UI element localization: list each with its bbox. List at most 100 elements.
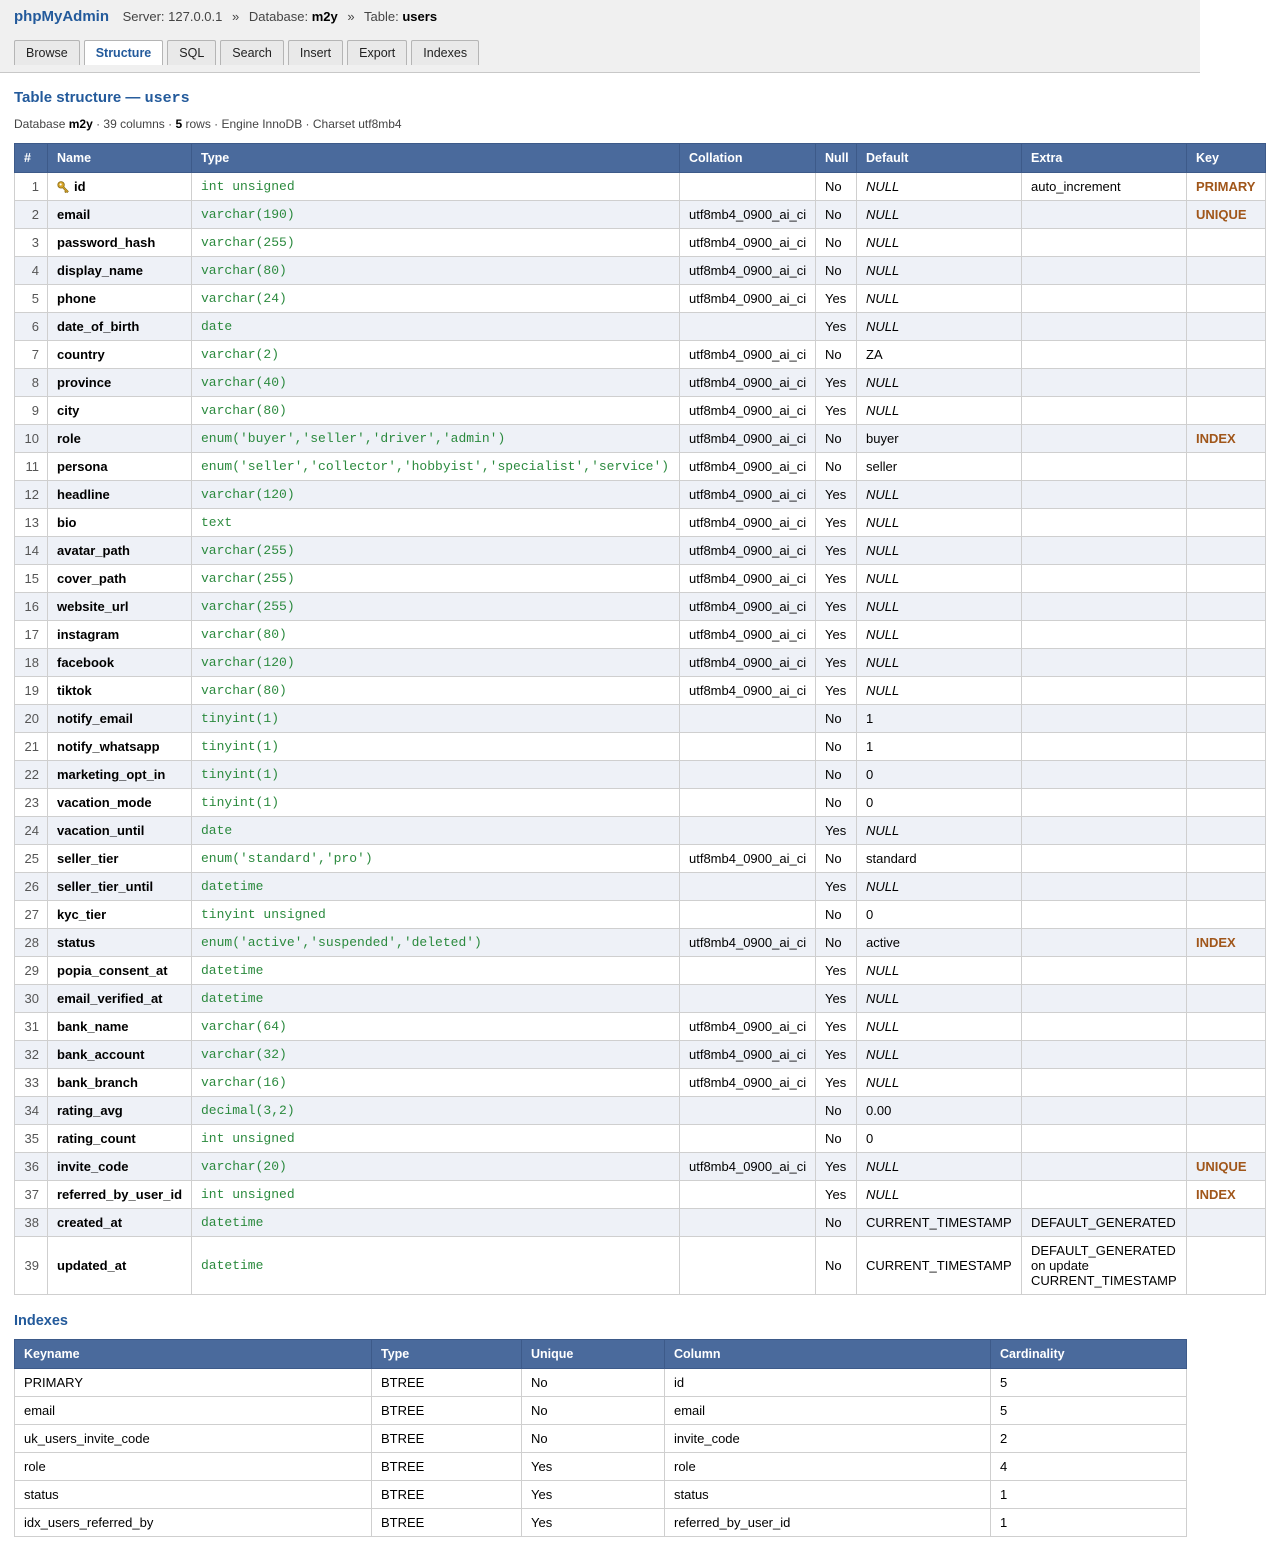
table-row[interactable]: 36 invite_code varchar(20) utf8mb4_0900_ai_… — [14, 1152, 1266, 1181]
column-name[interactable]: date_of_birth — [47, 312, 192, 341]
column-name[interactable]: cover_path — [47, 564, 192, 593]
column-name[interactable]: bank_branch — [47, 1068, 192, 1097]
column-name[interactable]: bio — [47, 508, 192, 537]
index-row[interactable]: idx_users_referred_by BTREE Yes referred_by… — [14, 1508, 1187, 1537]
column-name[interactable]: facebook — [47, 648, 192, 677]
index-row[interactable]: uk_users_invite_code BTREE No invite_code 2 — [14, 1424, 1187, 1453]
table-link[interactable]: users — [402, 9, 437, 24]
table-row[interactable]: 1 id int unsigned No NULL auto_increment PRIMA… — [14, 172, 1266, 201]
table-row[interactable]: 22 marketing_opt_in tinyint(1) No 0 — [14, 760, 1266, 789]
table-row[interactable]: 28 status enum('active','suspended','delet… — [14, 928, 1266, 957]
table-row[interactable]: 30 email_verified_at datetime Yes NULL — [14, 984, 1266, 1013]
column-header[interactable]: Default — [856, 143, 1022, 173]
table-row[interactable]: 34 rating_avg decimal(3,2) No 0.00 — [14, 1096, 1266, 1125]
tab-insert[interactable]: Insert — [287, 40, 344, 65]
table-row[interactable]: 13 bio text utf8mb4_0900_ai_ci Yes NULL — [14, 508, 1266, 537]
column-name[interactable]: city — [47, 396, 192, 425]
column-name[interactable]: invite_code — [47, 1152, 192, 1181]
column-name[interactable]: bank_name — [47, 1012, 192, 1041]
column-name[interactable]: persona — [47, 452, 192, 481]
tab-search[interactable]: Search — [220, 40, 284, 65]
table-row[interactable]: 7 country varchar(2) utf8mb4_0900_ai_ci No ZA — [14, 340, 1266, 369]
column-name[interactable]: rating_count — [47, 1124, 192, 1153]
column-header[interactable]: Extra — [1021, 143, 1187, 173]
tab-browse[interactable]: Browse — [14, 40, 80, 65]
table-row[interactable]: 16 website_url varchar(255) utf8mb4_0900_ai… — [14, 592, 1266, 621]
table-row[interactable]: 31 bank_name varchar(64) utf8mb4_0900_ai_ci… — [14, 1012, 1266, 1041]
column-name[interactable]: role — [47, 424, 192, 453]
table-row[interactable]: 37 referred_by_user_id int unsigned Yes NULL… — [14, 1180, 1266, 1209]
table-row[interactable]: 32 bank_account varchar(32) utf8mb4_0900_ai… — [14, 1040, 1266, 1069]
column-name[interactable]: seller_tier_until — [47, 872, 192, 901]
column-name[interactable]: popia_consent_at — [47, 956, 192, 985]
index-row[interactable]: email BTREE No email 5 — [14, 1396, 1187, 1425]
column-name[interactable]: country — [47, 340, 192, 369]
table-row[interactable]: 3 password_hash varchar(255) utf8mb4_0900_a… — [14, 228, 1266, 257]
index-row[interactable]: PRIMARY BTREE No id 5 — [14, 1368, 1187, 1397]
column-name[interactable]: bank_account — [47, 1040, 192, 1069]
table-row[interactable]: 15 cover_path varchar(255) utf8mb4_0900_ai_… — [14, 564, 1266, 593]
column-name[interactable]: vacation_mode — [47, 788, 192, 817]
index-row[interactable]: role BTREE Yes role 4 — [14, 1452, 1187, 1481]
table-row[interactable]: 25 seller_tier enum('standard','pro') utf8m… — [14, 844, 1266, 873]
column-name[interactable]: rating_avg — [47, 1096, 192, 1125]
column-name[interactable]: created_at — [47, 1208, 192, 1237]
table-row[interactable]: 9 city varchar(80) utf8mb4_0900_ai_ci Yes NUL… — [14, 396, 1266, 425]
index-column-header[interactable]: Unique — [521, 1339, 665, 1369]
table-row[interactable]: 5 phone varchar(24) utf8mb4_0900_ai_ci Yes NU… — [14, 284, 1266, 313]
table-row[interactable]: 26 seller_tier_until datetime Yes NULL — [14, 872, 1266, 901]
database-link[interactable]: m2y — [312, 9, 338, 24]
table-row[interactable]: 14 avatar_path varchar(255) utf8mb4_0900_ai… — [14, 536, 1266, 565]
table-row[interactable]: 8 province varchar(40) utf8mb4_0900_ai_ci Ye… — [14, 368, 1266, 397]
table-row[interactable]: 11 persona enum('seller','collector','hobb… — [14, 452, 1266, 481]
table-row[interactable]: 6 date_of_birth date Yes NULL — [14, 312, 1266, 341]
table-row[interactable]: 21 notify_whatsapp tinyint(1) No 1 — [14, 732, 1266, 761]
column-name[interactable]: seller_tier — [47, 844, 192, 873]
tab-export[interactable]: Export — [347, 40, 408, 65]
table-row[interactable]: 20 notify_email tinyint(1) No 1 — [14, 704, 1266, 733]
index-column-header[interactable]: Keyname — [14, 1339, 372, 1369]
column-name[interactable]: marketing_opt_in — [47, 760, 192, 789]
column-name[interactable]: kyc_tier — [47, 900, 192, 929]
table-row[interactable]: 38 created_at datetime No CURRENT_TIMESTAMP D… — [14, 1208, 1266, 1237]
column-name[interactable]: vacation_until — [47, 816, 192, 845]
table-row[interactable]: 24 vacation_until date Yes NULL — [14, 816, 1266, 845]
table-row[interactable]: 23 vacation_mode tinyint(1) No 0 — [14, 788, 1266, 817]
index-column-header[interactable]: Cardinality — [990, 1339, 1187, 1369]
column-name[interactable]: password_hash — [47, 228, 192, 257]
table-row[interactable]: 18 facebook varchar(120) utf8mb4_0900_ai_ci… — [14, 648, 1266, 677]
column-name[interactable]: email_verified_at — [47, 984, 192, 1013]
column-name[interactable]: notify_whatsapp — [47, 732, 192, 761]
table-row[interactable]: 12 headline varchar(120) utf8mb4_0900_ai_ci… — [14, 480, 1266, 509]
table-row[interactable]: 19 tiktok varchar(80) utf8mb4_0900_ai_ci Yes… — [14, 676, 1266, 705]
column-header[interactable]: Collation — [679, 143, 816, 173]
table-row[interactable]: 4 display_name varchar(80) utf8mb4_0900_ai_… — [14, 256, 1266, 285]
column-name[interactable]: phone — [47, 284, 192, 313]
table-row[interactable]: 39 updated_at datetime No CURRENT_TIMESTAMP D… — [14, 1236, 1266, 1295]
index-column-header[interactable]: Column — [664, 1339, 991, 1369]
table-row[interactable]: 35 rating_count int unsigned No 0 — [14, 1124, 1266, 1153]
tab-sql[interactable]: SQL — [167, 40, 217, 65]
column-header[interactable]: Name — [47, 143, 192, 173]
column-name[interactable]: referred_by_user_id — [47, 1180, 192, 1209]
table-row[interactable]: 29 popia_consent_at datetime Yes NULL — [14, 956, 1266, 985]
table-row[interactable]: 33 bank_branch varchar(16) utf8mb4_0900_ai_… — [14, 1068, 1266, 1097]
tab-structure[interactable]: Structure — [83, 40, 164, 65]
table-row[interactable]: 27 kyc_tier tinyint unsigned No 0 — [14, 900, 1266, 929]
column-name[interactable]: notify_email — [47, 704, 192, 733]
table-row[interactable]: 17 instagram varchar(80) utf8mb4_0900_ai_ci… — [14, 620, 1266, 649]
column-name[interactable]: id — [47, 172, 192, 201]
column-name[interactable]: status — [47, 928, 192, 957]
index-row[interactable]: status BTREE Yes status 1 — [14, 1480, 1187, 1509]
column-name[interactable]: email — [47, 200, 192, 229]
column-name[interactable]: province — [47, 368, 192, 397]
column-name[interactable]: headline — [47, 480, 192, 509]
column-name[interactable]: updated_at — [47, 1236, 192, 1295]
app-logo[interactable]: phpMyAdmin — [14, 8, 109, 25]
column-name[interactable]: website_url — [47, 592, 192, 621]
column-header[interactable]: Type — [191, 143, 680, 173]
column-name[interactable]: avatar_path — [47, 536, 192, 565]
column-header[interactable]: Key — [1186, 143, 1266, 173]
column-name[interactable]: instagram — [47, 620, 192, 649]
column-name[interactable]: display_name — [47, 256, 192, 285]
